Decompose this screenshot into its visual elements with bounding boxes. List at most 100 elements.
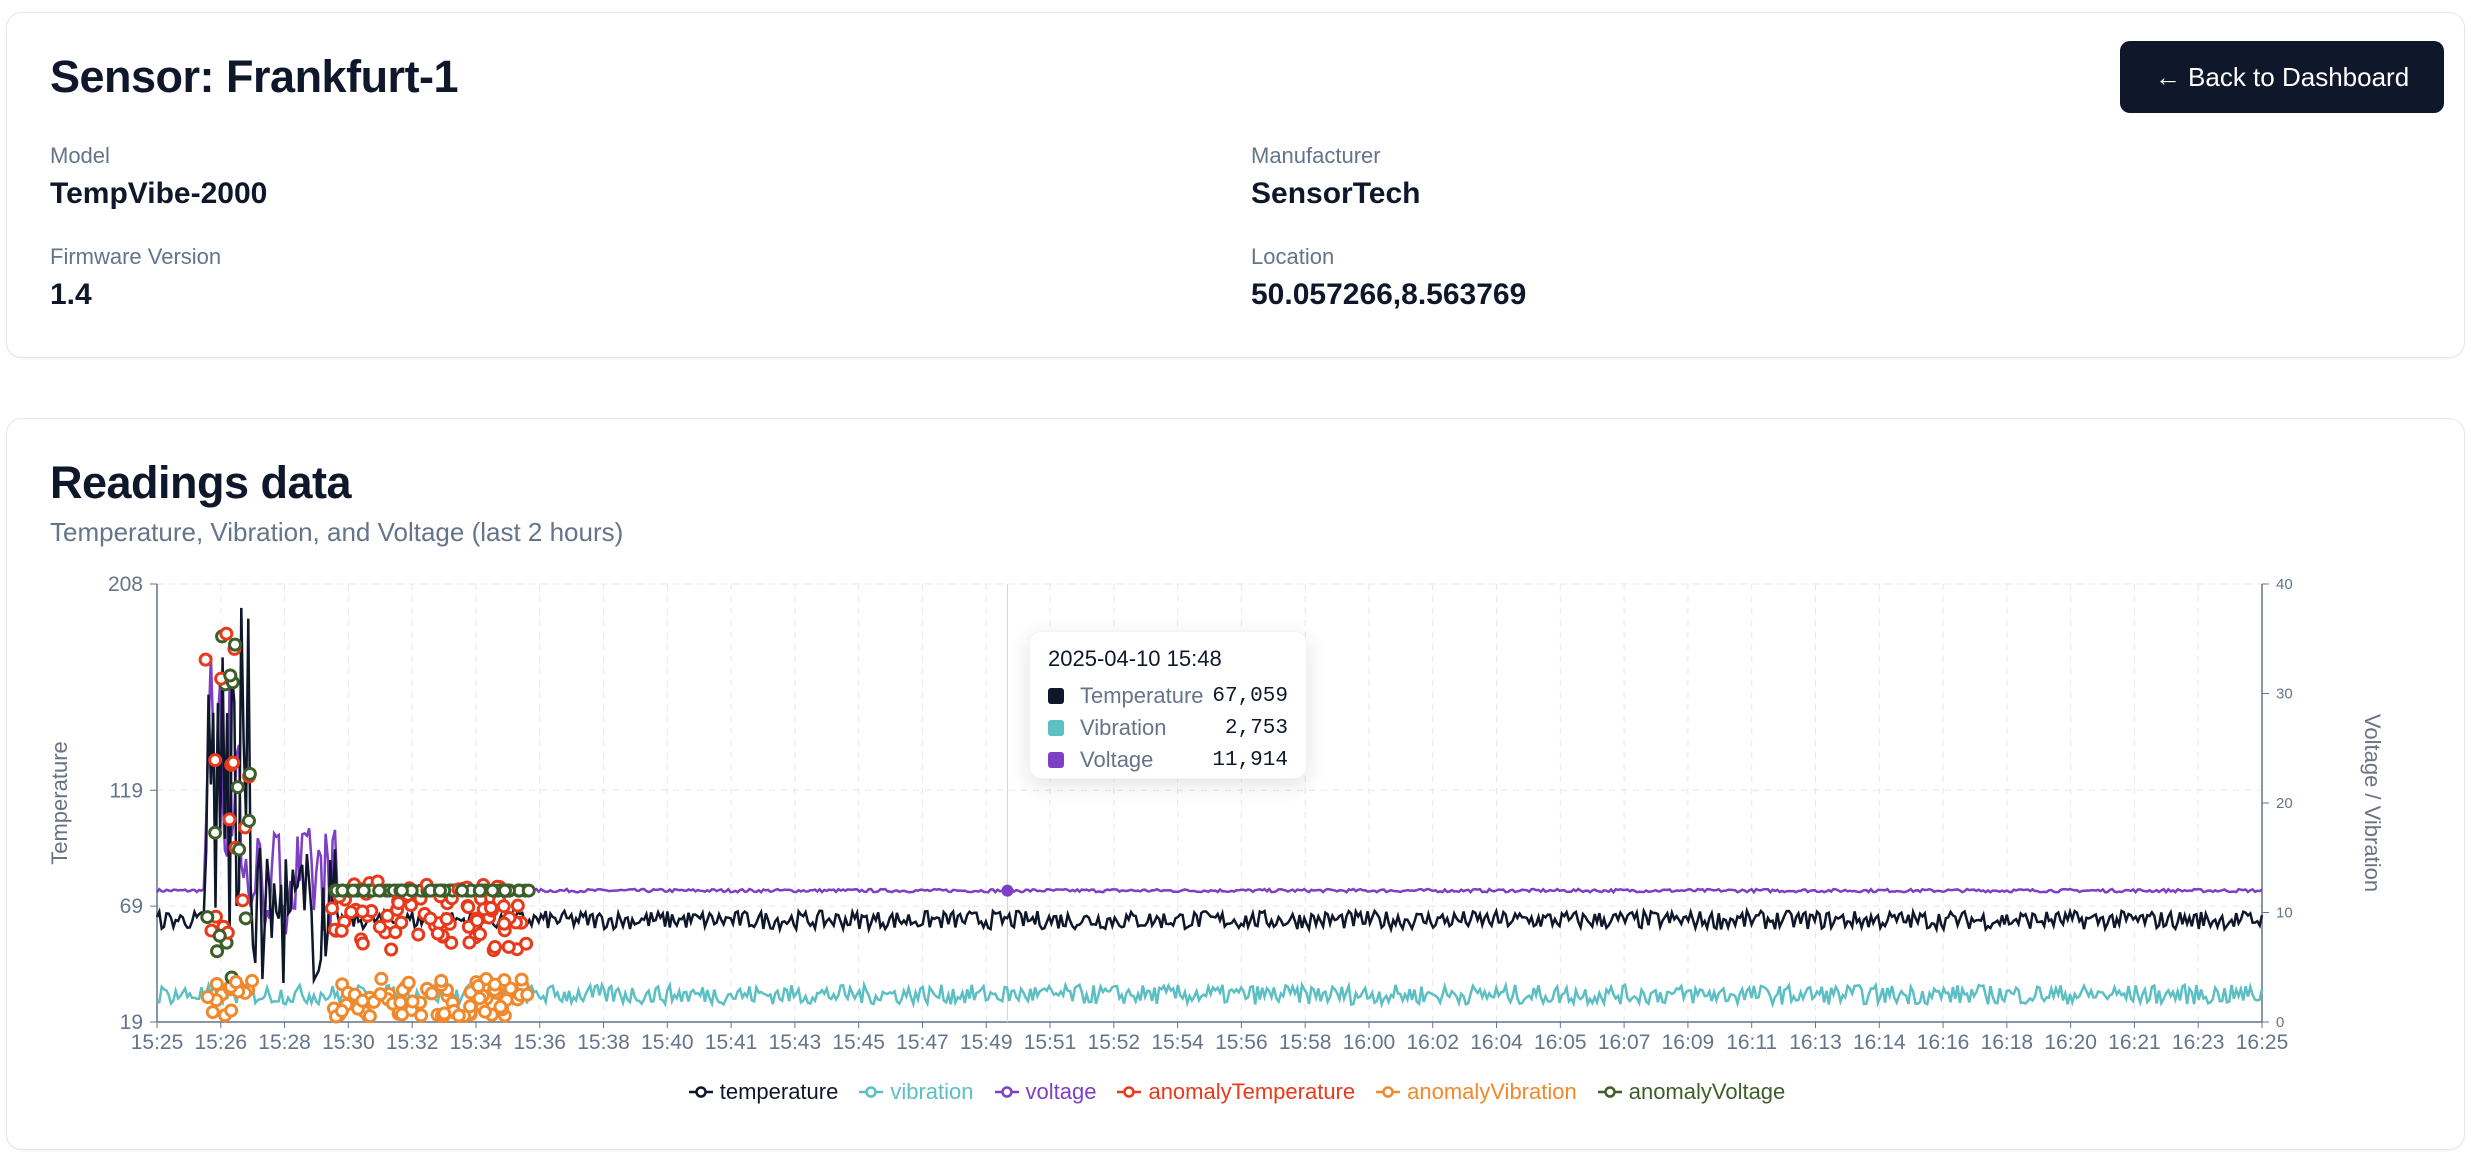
anomaly-vibration-point <box>200 990 215 1005</box>
anomaly-voltage-point <box>242 766 257 781</box>
legend-label: temperature <box>719 1079 839 1104</box>
model-value: TempVibe-2000 <box>50 177 268 210</box>
anomaly-voltage-point <box>485 883 500 898</box>
anomaly-voltage-point <box>241 813 256 828</box>
anomaly-vibration-point <box>334 1004 349 1019</box>
anomaly-temperature-point <box>430 926 445 941</box>
anomaly-vibration-point <box>520 987 535 1002</box>
tooltip-row-vibration: Vibration 2,753 <box>1048 712 1288 744</box>
anomaly-vibration-point <box>224 1003 239 1018</box>
anomaly-vibration-point <box>393 995 408 1010</box>
anomaly-vibration-point <box>424 986 439 1001</box>
tooltip-row-voltage: Voltage 11,914 <box>1048 744 1288 776</box>
tooltip-voltage-label: Voltage <box>1080 747 1154 772</box>
x-tick-label: 15:30 <box>322 1031 375 1054</box>
anomaly-vibration-point <box>245 973 260 988</box>
anomaly-temperature-point <box>325 901 340 916</box>
x-tick-label: 16:05 <box>1534 1031 1587 1054</box>
x-tick-label: 15:25 <box>131 1031 184 1054</box>
anomaly-vibration-point <box>434 973 449 988</box>
anomaly-temperature-point <box>222 812 237 827</box>
tooltip-temperature-label: Temperature <box>1080 683 1204 708</box>
anomaly-vibration-point <box>355 993 370 1008</box>
anomaly-vibration-point <box>414 1008 429 1023</box>
x-tick-label: 15:38 <box>577 1031 630 1054</box>
anomaly-vibration-point <box>209 976 224 991</box>
legend-item-voltage[interactable]: voltage <box>994 1079 1096 1105</box>
y-left-tick-label: 208 <box>108 573 143 596</box>
anomaly-temperature-point <box>334 923 349 938</box>
anomaly-voltage-point <box>212 928 227 943</box>
x-tick-label: 16:13 <box>1789 1031 1842 1054</box>
anomaly-temperature-point <box>394 915 409 930</box>
manufacturer-field: Manufacturer SensorTech <box>1251 143 1421 211</box>
x-tick-label: 15:54 <box>1151 1031 1204 1054</box>
x-tick-label: 16:21 <box>2108 1031 2161 1054</box>
anomaly-temperature-point <box>198 652 213 667</box>
legend-marker-icon <box>688 1086 713 1098</box>
tooltip-row-temperature: Temperature 67,059 <box>1048 680 1288 712</box>
legend-marker-icon <box>859 1086 884 1098</box>
anomaly-voltage-point <box>432 883 447 898</box>
x-tick-label: 15:51 <box>1024 1031 1077 1054</box>
vibration-swatch <box>1048 720 1064 736</box>
tooltip-title: 2025-04-10 15:48 <box>1048 646 1222 671</box>
x-tick-label: 16:11 <box>1726 1031 1777 1054</box>
legend-item-vibration[interactable]: vibration <box>858 1079 974 1105</box>
readings-chart[interactable]: 15:25 15:26 15:28 15:30 15:32 15:34 15:36 15:38… <box>7 419 2466 1151</box>
anomaly-vibration-point <box>401 975 416 990</box>
x-tick-label: 15:40 <box>641 1031 694 1054</box>
x-tick-label: 15:47 <box>896 1031 949 1054</box>
x-tick-label: 15:52 <box>1088 1031 1141 1054</box>
x-tick-label: 16:07 <box>1598 1031 1651 1054</box>
anomaly-temperature-point <box>411 927 426 942</box>
anomaly-temperature-point <box>483 900 498 915</box>
anomaly-temperature-point <box>470 913 485 928</box>
legend-item-anomalyTemperature[interactable]: anomalyTemperature <box>1116 1079 1355 1105</box>
legend-item-temperature[interactable]: temperature <box>688 1079 839 1105</box>
firmware-field: Firmware Version 1.4 <box>50 244 221 312</box>
anomaly-temperature-point <box>355 904 370 919</box>
anomaly-vibration-point <box>437 1006 452 1021</box>
firmware-value: 1.4 <box>50 278 92 311</box>
chart-legend: temperature vibration voltage anomalyTemper… <box>7 1079 2466 1105</box>
y-right-tick-label: 40 <box>2276 576 2293 593</box>
x-tick-label: 15:32 <box>386 1031 439 1054</box>
manufacturer-label: Manufacturer <box>1251 143 1381 168</box>
anomaly-temperature-point <box>380 908 395 923</box>
page-title: Sensor: Frankfurt-1 <box>50 51 459 102</box>
tooltip-vibration-value: 2,753 <box>1224 716 1288 740</box>
anomaly-voltage-point <box>521 883 536 898</box>
anomaly-temperature-point <box>219 626 234 641</box>
legend-item-anomalyVoltage[interactable]: anomalyVoltage <box>1597 1079 1785 1105</box>
anomaly-vibration-point <box>205 1005 220 1020</box>
legend-item-anomalyVibration[interactable]: anomalyVibration <box>1375 1079 1577 1105</box>
x-tick-label: 16:14 <box>1853 1031 1906 1054</box>
anomaly-voltage-point <box>472 883 487 898</box>
anomaly-voltage-point <box>497 883 512 898</box>
y-left-tick-label: 119 <box>110 779 143 802</box>
anomaly-temperature-point <box>510 898 525 913</box>
firmware-label: Firmware Version <box>50 244 222 269</box>
anomaly-vibration-point <box>374 971 389 986</box>
x-tick-label: 16:00 <box>1343 1031 1396 1054</box>
anomaly-voltage-point <box>372 883 387 898</box>
legend-label: vibration <box>890 1079 974 1104</box>
x-tick-label: 16:23 <box>2172 1031 2225 1054</box>
anomaly-vibration-point <box>471 979 486 994</box>
anomaly-temperature-point <box>501 939 516 954</box>
y-right-tick-label: 30 <box>2276 686 2293 703</box>
legend-label: anomalyVibration <box>1407 1079 1577 1104</box>
y-left-axis-title: Temperature <box>47 741 72 865</box>
x-tick-label: 15:45 <box>832 1031 885 1054</box>
back-to-dashboard-button[interactable]: ← Back to Dashboard <box>2120 41 2444 113</box>
anomaly-temperature-point <box>462 935 477 950</box>
x-tick-label: 16:16 <box>1917 1031 1970 1054</box>
legend-marker-icon <box>1376 1086 1401 1098</box>
x-tick-label: 16:09 <box>1662 1031 1715 1054</box>
anomaly-temperature-point <box>461 900 476 915</box>
anomaly-temperature-point <box>487 940 502 955</box>
x-tick-label: 16:18 <box>1981 1031 2034 1054</box>
readings-card: Readings data Temperature, Vibration, an… <box>6 418 2465 1150</box>
x-tick-label: 15:34 <box>450 1031 503 1054</box>
